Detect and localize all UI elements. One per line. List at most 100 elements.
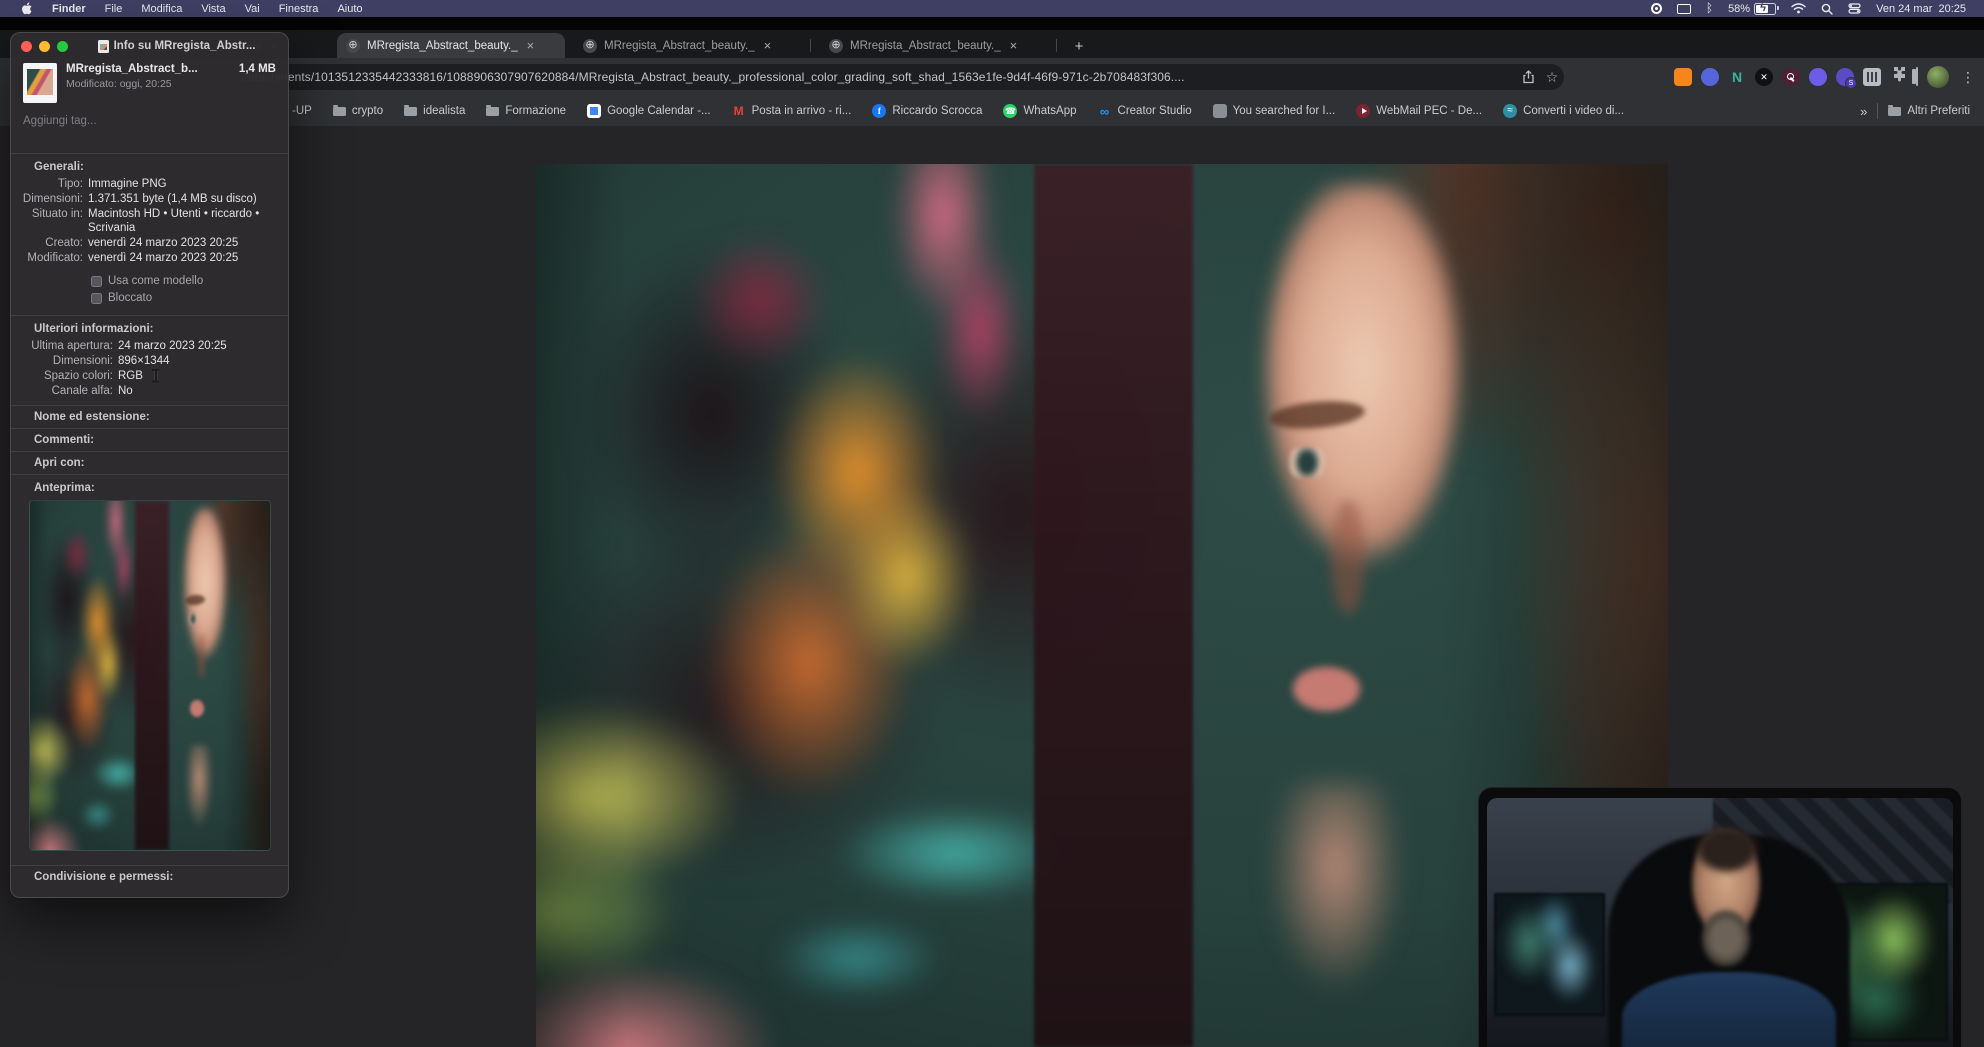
spazio-colori-label: Spazio colori: xyxy=(43,370,113,382)
tab-close-icon[interactable]: × xyxy=(525,38,537,53)
folder-icon xyxy=(1888,104,1902,116)
bookmark-idealista[interactable]: idealista xyxy=(404,104,465,117)
purple-s-extension-icon[interactable]: S xyxy=(1836,68,1857,89)
checkbox-group: Usa come modello Bloccato xyxy=(91,275,278,304)
zoom-traffic-light[interactable] xyxy=(57,40,68,52)
other-bookmarks-folder[interactable]: Altri Preferiti xyxy=(1888,104,1970,117)
letterbox-band xyxy=(0,17,1984,30)
folder-icon xyxy=(486,104,500,116)
presenter-shirt xyxy=(1622,972,1837,1047)
screen-record-icon[interactable] xyxy=(1650,2,1662,15)
checkbox-label: Usa come modello xyxy=(108,275,204,287)
address-bar[interactable]: /attachments/1013512335442333816/1088906… xyxy=(228,64,1564,90)
folder-icon xyxy=(332,104,346,116)
bookmark-creator-studio[interactable]: ∞ Creator Studio xyxy=(1098,104,1192,118)
globe-favicon: ⊕ xyxy=(346,38,360,53)
battery-percent-label: 58% xyxy=(1728,2,1751,15)
gray-grid-extension-icon[interactable] xyxy=(1863,68,1881,86)
generic-site-icon xyxy=(1212,104,1227,118)
preview-thumbnail[interactable] xyxy=(28,500,271,851)
section-anteprima: Anteprima: xyxy=(11,474,288,866)
apple-logo-icon[interactable] xyxy=(22,2,33,15)
battery-status[interactable]: 58% ϟ xyxy=(1728,2,1780,15)
section-nome-ed-estensione[interactable]: Nome ed estensione: xyxy=(11,405,288,428)
bookmarks-divider xyxy=(1877,103,1879,119)
file-thumbnail-icon xyxy=(23,63,57,103)
bookmark-facebook[interactable]: f Riccardo Scrocca xyxy=(872,104,982,118)
section-commenti[interactable]: Commenti: xyxy=(11,428,288,451)
n-extension-icon[interactable]: N xyxy=(1728,68,1746,86)
bookmark-webmail-pec[interactable]: WebMail PEC - De... xyxy=(1356,104,1482,118)
menu-item-modifica[interactable]: Modifica xyxy=(141,3,182,15)
tipo-value: Immagine PNG xyxy=(88,178,167,190)
bookmark-you-searched[interactable]: You searched for I... xyxy=(1212,104,1335,118)
presenter-hair xyxy=(1682,820,1772,886)
blue-wallet-extension-icon[interactable] xyxy=(1701,68,1719,86)
checkbox-icon[interactable] xyxy=(91,275,102,287)
section-condivisione-e-permessi[interactable]: Condivisione e permessi: xyxy=(11,866,288,888)
menu-item-vai[interactable]: Vai xyxy=(245,3,260,15)
tab-4[interactable]: ⊕ MRregista_Abstract_beauty._ × xyxy=(820,33,1048,58)
bookmark-label: Google Calendar -... xyxy=(607,105,711,117)
tab-separator xyxy=(810,39,811,52)
file-modified-line: Modificato: oggi, 20:25 xyxy=(66,78,172,90)
menu-item-finder[interactable]: Finder xyxy=(52,3,86,15)
tab-close-icon[interactable]: × xyxy=(1008,38,1020,53)
info-window-titlebar[interactable]: Info su MRregista_Abstr... xyxy=(11,33,288,59)
share-icon[interactable] xyxy=(1516,70,1540,84)
menu-item-aiuto[interactable]: Aiuto xyxy=(337,3,362,15)
tab-active[interactable]: ⊕ MRregista_Abstract_beauty._ × xyxy=(337,33,565,58)
tags-input[interactable] xyxy=(11,109,288,153)
bookmark-gmail-inbox[interactable]: M Posta in arrivo - ri... xyxy=(732,104,852,118)
purple-extension-icon[interactable] xyxy=(1809,68,1827,86)
tab-label: MRregista_Abstract_beauty._ xyxy=(367,39,518,52)
usa-come-modello-checkbox[interactable]: Usa come modello xyxy=(91,275,278,287)
bookmark-label: WhatsApp xyxy=(1023,105,1077,117)
bookmarks-right: » Altri Preferiti xyxy=(1860,103,1970,119)
facebook-icon: f xyxy=(872,104,887,118)
tab-separator xyxy=(1056,39,1057,52)
section-anteprima-header[interactable]: Anteprima: xyxy=(21,480,278,497)
bookmark-label: -UP xyxy=(292,105,312,117)
browser-menu-icon[interactable]: ⋮ xyxy=(1958,69,1978,86)
bookmark-crypto[interactable]: crypto xyxy=(332,104,383,117)
bookmark-star-icon[interactable]: ☆ xyxy=(1540,69,1564,86)
bookmark-up[interactable]: -UP xyxy=(292,105,312,117)
bluetooth-icon[interactable]: ᛒ xyxy=(1706,2,1713,15)
bookmark-whatsapp[interactable]: ☎ WhatsApp xyxy=(1003,104,1077,118)
control-center-icon[interactable] xyxy=(1848,2,1861,15)
url-text[interactable]: /attachments/1013512335442333816/1088906… xyxy=(228,70,1516,84)
bookmarks-overflow-chevron[interactable]: » xyxy=(1860,104,1867,119)
spotlight-search-icon[interactable] xyxy=(1821,2,1833,15)
section-generali-header[interactable]: Generali: xyxy=(21,159,278,176)
bookmark-google-calendar[interactable]: Google Calendar -... xyxy=(587,104,711,118)
menu-item-file[interactable]: File xyxy=(105,3,123,15)
tab-3[interactable]: ⊕ MRregista_Abstract_beauty._ × xyxy=(574,33,802,58)
screen-mirroring-icon[interactable] xyxy=(1676,2,1691,15)
bookmark-converti-video[interactable]: ≈ Converti i video di... xyxy=(1503,104,1624,118)
canale-alfa-value: No xyxy=(118,385,133,397)
bookmark-formazione[interactable]: Formazione xyxy=(486,104,566,117)
dimensioni-label: Dimensioni: xyxy=(22,193,83,205)
section-apri-con[interactable]: Apri con: xyxy=(11,451,288,474)
black-extension-icon[interactable]: ✕ xyxy=(1755,68,1773,86)
section-ulteriori-header[interactable]: Ulteriori informazioni: xyxy=(21,321,278,338)
metamask-extension-icon[interactable] xyxy=(1674,68,1692,86)
pixel-dimensioni-value: 896×1344 xyxy=(118,355,170,367)
wifi-icon[interactable] xyxy=(1791,2,1806,15)
side-panel-icon[interactable] xyxy=(1916,67,1918,86)
menu-item-vista[interactable]: Vista xyxy=(201,3,225,15)
minimize-traffic-light[interactable] xyxy=(39,40,50,52)
tab-close-icon[interactable]: × xyxy=(762,38,774,53)
checkbox-icon[interactable] xyxy=(91,292,102,304)
profile-avatar[interactable] xyxy=(1927,66,1949,88)
ultima-apertura-label: Ultima apertura: xyxy=(31,340,113,352)
extensions-puzzle-icon[interactable] xyxy=(1890,66,1907,88)
new-tab-button[interactable]: + xyxy=(1068,35,1090,57)
password-key-extension-icon[interactable] xyxy=(1782,68,1800,86)
menu-bar-clock[interactable]: Ven 24 mar 20:25 xyxy=(1876,3,1966,15)
bloccato-checkbox[interactable]: Bloccato xyxy=(91,292,278,304)
close-traffic-light[interactable] xyxy=(21,40,32,52)
menu-item-finestra[interactable]: Finestra xyxy=(279,3,319,15)
whatsapp-icon: ☎ xyxy=(1003,104,1018,118)
